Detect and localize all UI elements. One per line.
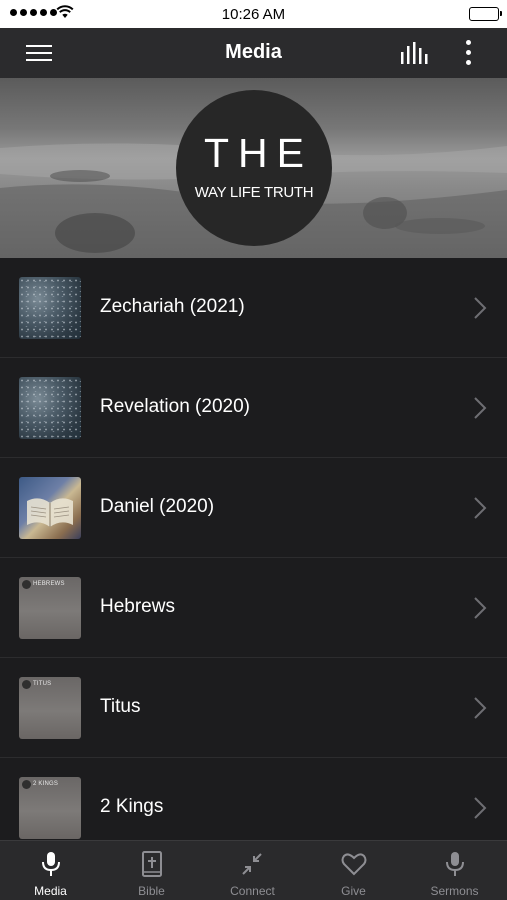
tab-label: Give	[341, 884, 366, 898]
logo-title: THE	[204, 130, 313, 176]
list-item[interactable]: 2 KINGS 2 Kings	[0, 758, 507, 840]
series-thumbnail: HEBREWS	[19, 577, 81, 639]
series-title: Hebrews	[100, 596, 175, 617]
series-title: Revelation (2020)	[100, 396, 250, 417]
open-bible-image	[27, 498, 73, 527]
tab-label: Connect	[230, 884, 275, 898]
app-header: Media	[0, 28, 507, 78]
series-title: Daniel (2020)	[100, 496, 215, 517]
bible-icon	[141, 851, 162, 877]
series-thumbnail: 2 KINGS	[19, 777, 81, 839]
chevron-right-icon	[474, 597, 487, 619]
thumbnail-title: 2 KINGS	[33, 781, 59, 787]
microphone-icon	[41, 852, 60, 876]
mini-logo-icon	[22, 780, 31, 789]
tab-sermons[interactable]: Sermons	[404, 841, 505, 900]
list-item[interactable]: TITUS Titus	[0, 658, 507, 758]
microphone-icon	[445, 852, 464, 876]
series-title: Zechariah (2021)	[100, 296, 245, 317]
tab-bible[interactable]: Bible	[101, 841, 202, 900]
series-thumbnail	[19, 477, 81, 539]
series-thumbnail	[19, 377, 81, 439]
series-thumbnail	[19, 277, 81, 339]
series-thumbnail: TITUS	[19, 677, 81, 739]
bottom-tab-bar: Media Bible Connect Give Sermons	[0, 840, 507, 900]
status-time: 10:26 AM	[221, 6, 286, 23]
status-bar: 10:26 AM	[0, 0, 507, 28]
thumbnail-title: TITUS	[33, 681, 52, 687]
chevron-right-icon	[474, 697, 487, 719]
series-title: 2 Kings	[100, 796, 164, 817]
page-title: Media	[225, 41, 282, 63]
mini-logo-icon	[22, 680, 31, 689]
tab-label: Bible	[138, 884, 165, 898]
list-item[interactable]: HEBREWS Hebrews	[0, 558, 507, 658]
tab-give[interactable]: Give	[303, 841, 404, 900]
tab-connect[interactable]: Connect	[202, 841, 303, 900]
connect-arrows-icon	[241, 853, 262, 875]
list-item[interactable]: Revelation (2020)	[0, 358, 507, 458]
media-list: Zechariah (2021) Revelation (2020) Danie…	[0, 258, 507, 840]
thumbnail-title: HEBREWS	[33, 581, 65, 587]
chevron-right-icon	[474, 297, 487, 319]
church-logo: THE WAY LIFE TRUTH	[176, 90, 332, 246]
battery-icon	[469, 7, 502, 21]
vertical-dots-icon[interactable]	[458, 38, 478, 68]
logo-subtitle: WAY LIFE TRUTH	[194, 184, 314, 201]
equalizer-icon[interactable]	[398, 40, 430, 66]
tab-label: Sermons	[430, 884, 479, 898]
chevron-right-icon	[474, 797, 487, 819]
list-item[interactable]: Zechariah (2021)	[0, 258, 507, 358]
chevron-right-icon	[474, 397, 487, 419]
tab-label: Media	[34, 884, 67, 898]
hero-banner: THE WAY LIFE TRUTH	[0, 78, 507, 258]
chevron-right-icon	[474, 497, 487, 519]
hamburger-menu-icon[interactable]	[22, 41, 56, 65]
heart-icon	[341, 853, 366, 876]
mini-logo-icon	[22, 580, 31, 589]
tab-media[interactable]: Media	[0, 841, 101, 900]
series-title: Titus	[100, 696, 141, 717]
list-item[interactable]: Daniel (2020)	[0, 458, 507, 558]
